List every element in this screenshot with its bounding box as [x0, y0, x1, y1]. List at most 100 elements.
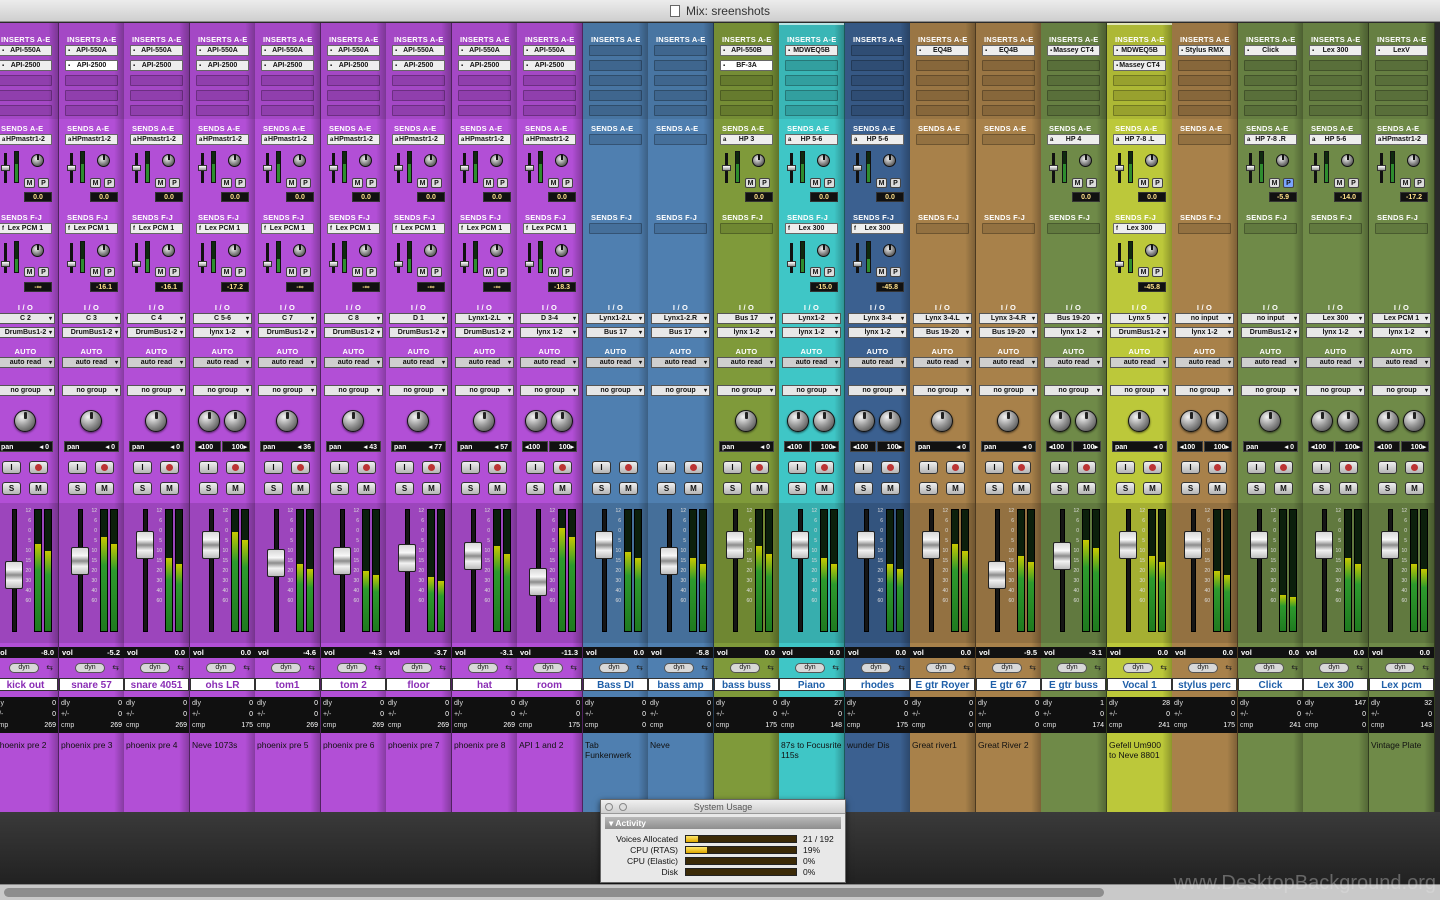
record-arm-button[interactable]: [619, 461, 638, 474]
input-monitor-button[interactable]: I: [985, 461, 1004, 474]
send-f-fader[interactable]: [853, 243, 862, 273]
automation-mode-selector[interactable]: auto read ▾: [62, 357, 121, 368]
insert-slot-empty[interactable]: [654, 45, 707, 56]
insert-slot-empty[interactable]: [196, 105, 249, 116]
send-a-level[interactable]: 0.0: [155, 192, 183, 202]
send-a-slot[interactable]: a HP 5-6: [851, 134, 904, 145]
send-a-prepost-button[interactable]: P: [300, 178, 311, 188]
insert-slot-empty[interactable]: [392, 90, 445, 101]
input-selector[interactable]: C 3 ▾: [62, 313, 121, 324]
send-f-mute-button[interactable]: M: [876, 267, 887, 277]
insert-slot-empty[interactable]: [589, 75, 642, 86]
send-f-prepost-button[interactable]: P: [431, 267, 442, 277]
solo-button[interactable]: S: [854, 482, 873, 495]
insert-slot-empty[interactable]: [327, 105, 380, 116]
insert-slot-empty[interactable]: [523, 90, 576, 101]
send-a-prepost-button[interactable]: P: [759, 178, 770, 188]
volume-fader-track[interactable]: [1388, 509, 1393, 632]
input-monitor-button[interactable]: I: [592, 461, 611, 474]
dyn-button[interactable]: dyn: [140, 663, 170, 673]
input-selector[interactable]: C 5-6 ▾: [193, 313, 252, 324]
output-window-icon[interactable]: ⇆: [505, 663, 512, 672]
solo-button[interactable]: S: [1247, 482, 1266, 495]
send-f-prepost-button[interactable]: P: [235, 267, 246, 277]
track-name[interactable]: E gtr Royer: [910, 678, 975, 691]
automation-mode-selector[interactable]: auto read ▾: [127, 357, 186, 368]
send-a-mute-button[interactable]: M: [548, 178, 559, 188]
send-a-prepost-button[interactable]: P: [38, 178, 49, 188]
track-name[interactable]: room: [517, 678, 582, 691]
send-f-fader[interactable]: [67, 243, 76, 273]
solo-button[interactable]: S: [788, 482, 807, 495]
insert-slot[interactable]: ▪ API-2500: [130, 60, 183, 71]
send-a-slot[interactable]: a HPmastr1-2: [523, 134, 576, 145]
dyn-button[interactable]: dyn: [861, 663, 891, 673]
dyn-button[interactable]: dyn: [730, 663, 760, 673]
mute-button[interactable]: M: [422, 482, 441, 495]
output-selector[interactable]: DrumBus1-2 ▾: [62, 327, 121, 338]
mute-button[interactable]: M: [1143, 482, 1162, 495]
insert-slot-empty[interactable]: [1178, 75, 1231, 86]
send-a-fader[interactable]: [722, 153, 731, 183]
input-selector[interactable]: C 8 ▾: [324, 313, 383, 324]
send-f-slot[interactable]: f Lex PCM 1: [65, 223, 118, 234]
insert-slot-empty[interactable]: [1375, 60, 1428, 71]
solo-button[interactable]: S: [330, 482, 349, 495]
mute-button[interactable]: M: [95, 482, 114, 495]
output-window-icon[interactable]: ⇆: [767, 663, 774, 672]
send-f-mute-button[interactable]: M: [24, 267, 35, 277]
record-arm-button[interactable]: [553, 461, 572, 474]
send-a-mute-button[interactable]: M: [286, 178, 297, 188]
output-selector[interactable]: Bus 19-20 ▾: [979, 327, 1038, 338]
pan-knob[interactable]: [14, 410, 36, 432]
input-selector[interactable]: Bus 19-20 ▾: [1044, 313, 1103, 324]
insert-slot[interactable]: ▪ EQ4B: [916, 45, 969, 56]
send-f-level[interactable]: -16.1: [90, 282, 118, 292]
send-f-prepost-button[interactable]: P: [366, 267, 377, 277]
send-a-prepost-button[interactable]: P: [562, 178, 573, 188]
record-arm-button[interactable]: [750, 461, 769, 474]
send-f-slot-empty[interactable]: [589, 223, 642, 234]
dyn-button[interactable]: dyn: [1188, 663, 1218, 673]
output-window-icon[interactable]: ⇆: [636, 663, 643, 672]
input-selector[interactable]: D 1 ▾: [389, 313, 448, 324]
send-a-fader[interactable]: [525, 153, 534, 183]
send-a-mute-button[interactable]: M: [1138, 178, 1149, 188]
output-selector[interactable]: lynx 1-2 ▾: [1372, 327, 1431, 338]
track-comment[interactable]: Vintage Plate: [1369, 738, 1434, 812]
input-selector[interactable]: D 3-4 ▾: [520, 313, 579, 324]
automation-mode-selector[interactable]: auto read ▾: [1241, 357, 1300, 368]
insert-slot-empty[interactable]: [1047, 60, 1100, 71]
send-f-pan-knob[interactable]: [883, 244, 896, 257]
track-comment[interactable]: [1238, 738, 1303, 812]
solo-button[interactable]: S: [985, 482, 1004, 495]
input-selector[interactable]: Lynx1-2.L ▾: [455, 313, 514, 324]
send-a-fader[interactable]: [67, 153, 76, 183]
record-arm-button[interactable]: [357, 461, 376, 474]
track-comment[interactable]: phoenix pre 8: [452, 738, 517, 812]
track-name[interactable]: hat: [452, 678, 517, 691]
output-selector[interactable]: DrumBus1-2 ▾: [1241, 327, 1300, 338]
output-selector[interactable]: DrumBus1-2 ▾: [389, 327, 448, 338]
group-selector[interactable]: no group ▾: [1110, 385, 1169, 396]
group-selector[interactable]: no group ▾: [520, 385, 579, 396]
insert-slot[interactable]: ▪ API-550A: [65, 45, 118, 56]
send-a-mute-button[interactable]: M: [810, 178, 821, 188]
send-a-slot-empty[interactable]: [654, 134, 707, 145]
solo-button[interactable]: S: [395, 482, 414, 495]
pan-knob-left[interactable]: [1377, 410, 1399, 432]
mute-button[interactable]: M: [553, 482, 572, 495]
send-a-prepost-button[interactable]: P: [104, 178, 115, 188]
volume-fader-track[interactable]: [798, 509, 803, 632]
pan-knob-left[interactable]: [198, 410, 220, 432]
input-selector[interactable]: Bus 17 ▾: [717, 313, 776, 324]
insert-slot-empty[interactable]: [1244, 60, 1297, 71]
insert-slot[interactable]: ▪ API-2500: [65, 60, 118, 71]
volume-readout[interactable]: vol 0.0: [1303, 647, 1368, 658]
send-a-mute-button[interactable]: M: [1334, 178, 1345, 188]
send-f-level[interactable]: -16.1: [155, 282, 183, 292]
insert-slot-empty[interactable]: [130, 105, 183, 116]
track-name[interactable]: tom 2: [321, 678, 386, 691]
send-f-mute-button[interactable]: M: [810, 267, 821, 277]
pan-knob[interactable]: [407, 410, 429, 432]
